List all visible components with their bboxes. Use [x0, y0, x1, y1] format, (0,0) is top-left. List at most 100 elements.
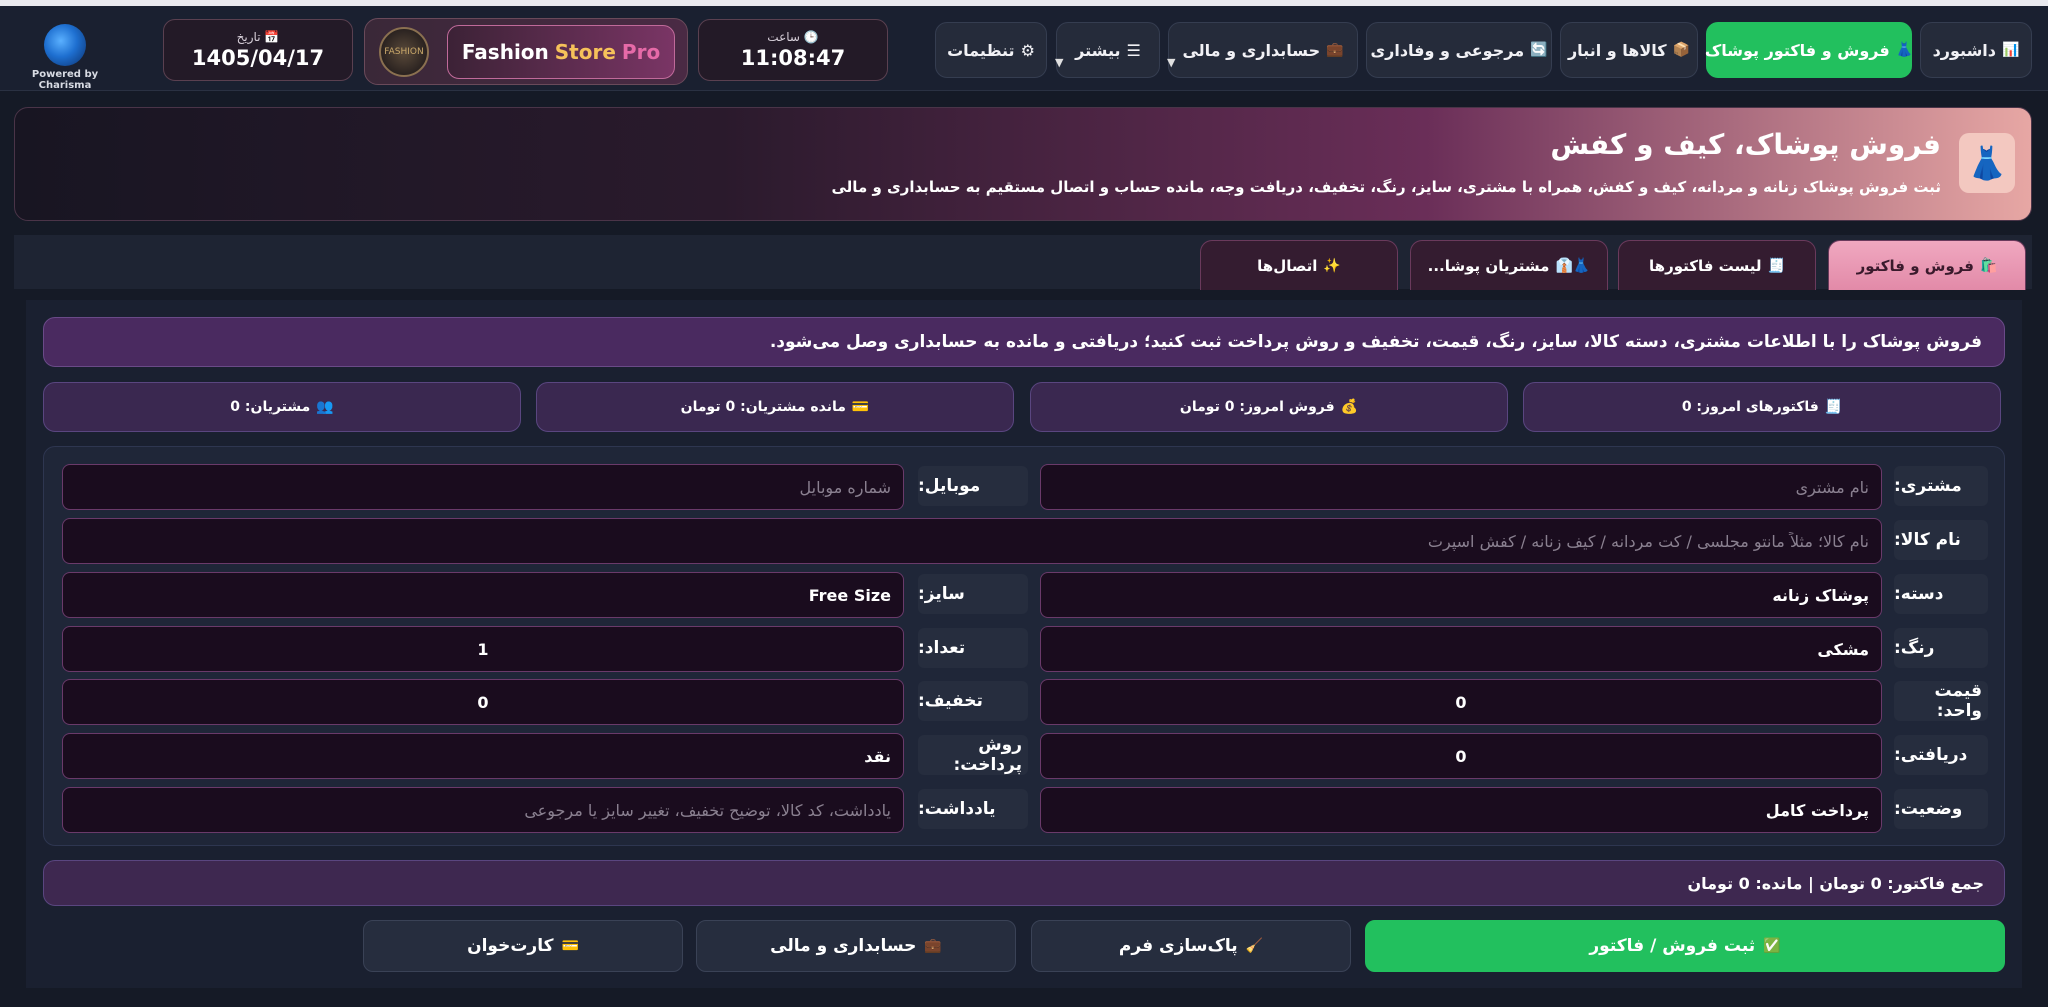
submit-sale-button[interactable]: ✅ ثبت فروش / فاکتور — [1365, 920, 2005, 972]
unit-price-input[interactable] — [1040, 679, 1882, 725]
credit-card-icon: 💳 — [561, 938, 579, 954]
size-select[interactable] — [62, 572, 904, 618]
stat-sales-today-text: فروش امروز: 0 تومان — [1179, 399, 1335, 415]
tab-customers[interactable]: 👗👔 مشتریان پوشا... — [1410, 240, 1608, 290]
stat-sales-today: 💰 فروش امروز: 0 تومان — [1030, 382, 1508, 432]
color-select[interactable] — [1040, 626, 1882, 672]
brand-name-part-1: Fashion — [461, 40, 549, 64]
nav-inventory-label: کالاها و انبار — [1567, 40, 1667, 60]
nav-dashboard-label: داشبورد — [1932, 40, 1996, 60]
nav-accounting-label: حسابداری و مالی — [1182, 40, 1321, 60]
nav-sales-button[interactable]: 👗 فروش و فاکتور پوشاک — [1704, 22, 1914, 78]
hero-subtitle: ثبت فروش پوشاک زنانه و مردانه، کیف و کفش… — [831, 178, 1942, 196]
brand-title: Fashion Store Pro — [447, 25, 675, 79]
chart-icon: 📊 — [2002, 42, 2020, 58]
submit-sale-label: ثبت فروش / فاکتور — [1589, 936, 1756, 956]
received-input[interactable] — [1040, 733, 1882, 779]
nav-more-dropdown[interactable]: ☰ بیشتر ▼ — [1055, 22, 1160, 78]
nav-inventory-button[interactable]: 📦 کالاها و انبار — [1560, 22, 1698, 78]
received-label: دریافتی: — [1894, 735, 1988, 775]
brand-container: FASHION Fashion Store Pro — [364, 18, 688, 85]
mobile-label: موبایل: — [918, 466, 1028, 506]
nav-accounting-dropdown[interactable]: 💼 حسابداری و مالی ▼ — [1167, 22, 1358, 78]
check-icon: ✅ — [1763, 938, 1781, 954]
menu-icon: ☰ — [1126, 40, 1141, 60]
top-navigation-bar: 📊 داشبورد 👗 فروش و فاکتور پوشاک 📦 کالاها… — [0, 6, 2048, 91]
discount-label: تخفیف: — [918, 681, 1028, 721]
briefcase-icon: 💼 — [1326, 42, 1344, 58]
refresh-icon: 🔄 — [1530, 42, 1548, 58]
tab-customers-label: مشتریان پوشا... — [1427, 256, 1550, 275]
brand-name-part-2: Store — [554, 40, 616, 64]
hero-banner: 👗 فروش پوشاک، کیف و کفش ثبت فروش پوشاک ز… — [14, 107, 2032, 221]
tab-connections-label: اتصال‌ها — [1257, 256, 1318, 275]
hero-title: فروش پوشاک، کیف و کفش — [1550, 128, 1941, 161]
stat-customers-text: مشتریان: 0 — [230, 399, 311, 415]
receipt-icon: 🧾 — [1824, 399, 1843, 415]
accounting-button[interactable]: 💼 حسابداری و مالی — [696, 920, 1016, 972]
brand-name-part-3: Pro — [621, 40, 661, 64]
nav-more-label: بیشتر — [1075, 40, 1121, 60]
customer-name-input[interactable] — [1040, 464, 1882, 510]
note-input[interactable] — [62, 787, 904, 833]
customer-label: مشتری: — [1894, 466, 1988, 506]
briefcase-icon: 💼 — [924, 938, 942, 954]
info-notice: فروش پوشاک را با اطلاعات مشتری، دسته کال… — [43, 317, 2005, 367]
gear-icon: ⚙ — [1020, 40, 1035, 60]
accounting-label: حسابداری و مالی — [770, 936, 917, 956]
color-label: رنگ: — [1894, 628, 1988, 668]
mobile-input[interactable] — [62, 464, 904, 510]
stat-customers: 👥 مشتریان: 0 — [43, 382, 521, 432]
tab-connections[interactable]: ✨ اتصال‌ها — [1200, 240, 1398, 290]
nav-settings-label: تنظیمات — [947, 40, 1015, 60]
quantity-label: تعداد: — [918, 628, 1028, 668]
chevron-down-icon: ▼ — [1055, 56, 1064, 69]
stat-invoices-today: 🧾 فاکتورهای امروز: 0 — [1523, 382, 2001, 432]
quantity-input[interactable] — [62, 626, 904, 672]
discount-input[interactable] — [62, 679, 904, 725]
users-icon: 👥 — [316, 399, 334, 415]
sparkles-icon: ✨ — [1323, 257, 1341, 274]
powered-by-text: Powered by Charisma — [31, 69, 99, 91]
broom-icon: 🧹 — [1245, 938, 1264, 954]
invoice-total: جمع فاکتور: 0 تومان | مانده: 0 تومان — [43, 860, 2005, 906]
clock-icon: 🕒 — [803, 30, 819, 44]
money-bag-icon: 💰 — [1340, 399, 1359, 415]
payment-method-label: روش پرداخت: — [918, 735, 1028, 775]
note-label: یادداشت: — [918, 789, 1028, 829]
tab-invoices[interactable]: 🧾 لیست فاکتورها — [1618, 240, 1816, 290]
stat-invoices-today-text: فاکتورهای امروز: 0 — [1681, 399, 1819, 415]
date-widget: 📅 تاریخ 1405/04/17 — [163, 19, 353, 81]
product-label: نام کالا: — [1894, 520, 1988, 560]
status-select[interactable] — [1040, 787, 1882, 833]
stat-customers-balance: 💳 مانده مشتریان: 0 تومان — [536, 382, 1014, 432]
clock-value: 11:08:47 — [740, 46, 846, 70]
nav-settings-button[interactable]: ⚙ تنظیمات — [935, 22, 1047, 78]
stat-customers-balance-text: مانده مشتریان: 0 تومان — [680, 399, 846, 415]
category-select[interactable] — [1040, 572, 1882, 618]
tab-sales[interactable]: 🛍️ فروش و فاکتور — [1828, 240, 2026, 290]
product-name-input[interactable] — [62, 518, 1882, 564]
date-value: 1405/04/17 — [191, 46, 325, 70]
dress-icon: 👗 — [1895, 42, 1914, 58]
clock-caption: 🕒 ساعت — [767, 30, 818, 44]
tab-sales-label: فروش و فاکتور — [1856, 256, 1974, 275]
size-label: سایز: — [918, 574, 1028, 614]
card-reader-button[interactable]: 💳 کارت‌خوان — [363, 920, 683, 972]
nav-returns-button[interactable]: 🔄 مرجوعی و وفاداری — [1366, 22, 1552, 78]
box-icon: 📦 — [1672, 42, 1691, 58]
receipt-icon: 🧾 — [1767, 257, 1785, 274]
fashion-logo-text: FASHION — [384, 47, 424, 57]
shopping-bags-icon: 🛍️ — [1979, 257, 1998, 274]
tab-invoices-label: لیست فاکتورها — [1649, 256, 1762, 275]
nav-sales-label: فروش و فاکتور پوشاک — [1704, 40, 1890, 60]
clothes-icon: 👗👔 — [1555, 257, 1591, 274]
charisma-logo — [44, 24, 86, 66]
nav-dashboard-button[interactable]: 📊 داشبورد — [1920, 22, 2032, 78]
chevron-down-icon: ▼ — [1167, 56, 1176, 69]
clear-form-button[interactable]: 🧹 پاک‌سازی فرم — [1031, 920, 1351, 972]
payment-method-select[interactable] — [62, 733, 904, 779]
card-reader-label: کارت‌خوان — [467, 936, 554, 956]
credit-card-icon: 💳 — [851, 399, 870, 415]
dress-icon: 👗 — [1959, 133, 2015, 193]
